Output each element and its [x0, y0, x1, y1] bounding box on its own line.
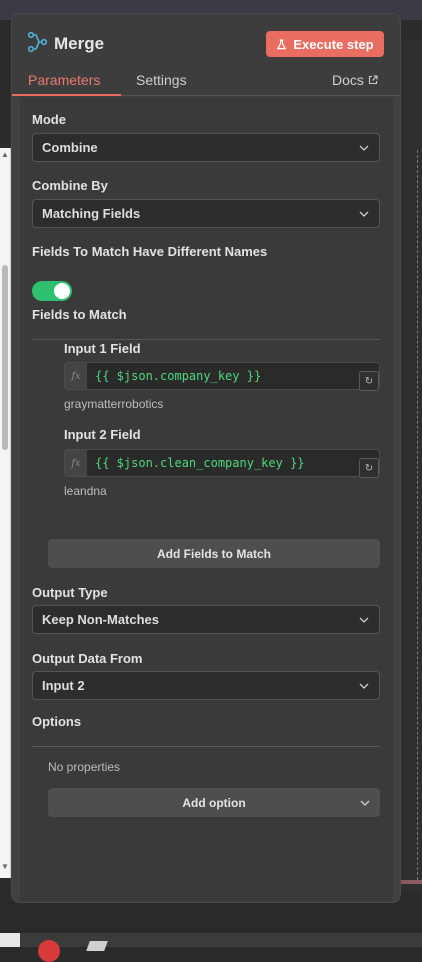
mode-select[interactable]: Combine — [32, 133, 380, 162]
output-panel-bottom-accent — [400, 880, 422, 884]
taskbar-app-icon[interactable] — [38, 940, 60, 962]
no-properties-text: No properties — [48, 760, 121, 774]
output-type-label: Output Type — [32, 585, 108, 600]
add-option-button[interactable]: Add option — [48, 788, 380, 817]
execute-step-button[interactable]: Execute step — [266, 31, 384, 57]
combine-by-value: Matching Fields — [42, 206, 141, 221]
input1-expression-text: {{ $json.company_key }} — [95, 369, 262, 383]
chevron-down-icon — [359, 211, 369, 217]
tab-parameters[interactable]: Parameters — [28, 72, 100, 88]
panel-header: Merge Execute step Parameters Settings D… — [12, 14, 400, 96]
input2-field-expression[interactable]: fx {{ $json.clean_company_key }} ↻ — [64, 449, 380, 478]
different-names-toggle[interactable] — [32, 281, 72, 301]
parameters-body: Mode Combine Combine By Matching Fields … — [20, 97, 393, 902]
tab-settings[interactable]: Settings — [136, 72, 187, 88]
mode-label: Mode — [32, 112, 66, 127]
flask-icon — [277, 38, 287, 49]
canvas-bottom — [0, 903, 422, 933]
chevron-down-icon — [359, 683, 369, 689]
mode-value: Combine — [42, 140, 98, 155]
output-data-from-label: Output Data From — [32, 651, 143, 666]
docs-link[interactable]: Docs — [332, 72, 378, 88]
scroll-up-arrow-icon[interactable]: ▲ — [1, 150, 9, 159]
options-label: Options — [32, 714, 82, 729]
taskbar-app-icon[interactable] — [86, 941, 108, 951]
scroll-down-arrow-icon[interactable]: ▼ — [1, 862, 9, 871]
fields-to-match-label: Fields to Match — [32, 307, 127, 322]
add-fields-to-match-button[interactable]: Add Fields to Match — [48, 539, 380, 568]
taskbar — [0, 933, 422, 947]
add-option-label: Add option — [182, 795, 246, 810]
fx-icon: fx — [65, 450, 87, 476]
input2-preview: leandna — [64, 484, 107, 498]
input2-field-label: Input 2 Field — [64, 427, 141, 442]
output-type-select[interactable]: Keep Non-Matches — [32, 605, 380, 634]
node-title[interactable]: Merge — [54, 34, 104, 54]
output-data-from-value: Input 2 — [42, 678, 85, 693]
fx-icon: fx — [65, 363, 87, 389]
execute-step-label: Execute step — [293, 36, 374, 52]
input1-field-expression[interactable]: fx {{ $json.company_key }} ↻ — [64, 362, 380, 391]
combine-by-select[interactable]: Matching Fields — [32, 199, 380, 228]
section-divider — [32, 339, 380, 340]
output-type-value: Keep Non-Matches — [42, 612, 160, 627]
input2-expression-text: {{ $json.clean_company_key }} — [95, 456, 305, 470]
active-tab-indicator — [12, 94, 121, 96]
open-expression-editor-icon[interactable]: ↻ — [359, 458, 379, 478]
docs-label: Docs — [332, 72, 364, 88]
open-expression-editor-icon[interactable]: ↻ — [359, 371, 379, 391]
external-link-icon — [368, 75, 378, 85]
input1-field-label: Input 1 Field — [64, 341, 141, 356]
chevron-down-icon — [359, 145, 369, 151]
output-data-from-select[interactable]: Input 2 — [32, 671, 380, 700]
input-panel-scrollbar[interactable] — [2, 265, 8, 450]
merge-icon — [27, 31, 48, 53]
chevron-down-icon — [359, 617, 369, 623]
chevron-down-icon — [360, 800, 370, 806]
combine-by-label: Combine By — [32, 178, 108, 193]
toggle-knob — [54, 283, 70, 299]
node-details-panel: Merge Execute step Parameters Settings D… — [12, 14, 400, 902]
section-divider — [32, 746, 380, 747]
different-names-label: Fields To Match Have Different Names — [32, 244, 268, 259]
taskbar-item[interactable] — [0, 933, 20, 947]
output-panel-dashed-border — [417, 150, 418, 880]
output-panel-edge — [400, 40, 422, 890]
input1-preview: graymatterrobotics — [64, 397, 164, 411]
input-panel-edge — [0, 148, 11, 878]
